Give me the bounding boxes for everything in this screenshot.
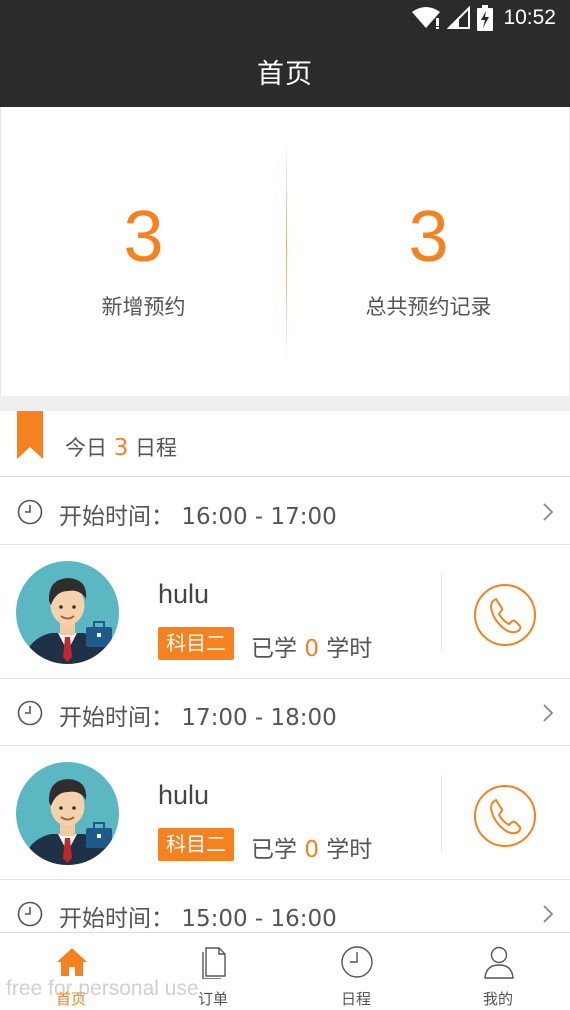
subject-badge: 科目二 xyxy=(158,627,234,660)
studied-hours-value: 0 xyxy=(304,636,319,662)
studied-hours-value: 0 xyxy=(304,837,319,863)
app-header: 首页 xyxy=(0,36,570,107)
avatar xyxy=(16,762,119,865)
section-gap xyxy=(0,396,570,411)
today-suffix: 日程 xyxy=(135,436,178,460)
tab-label: 日程 xyxy=(340,990,371,1008)
chevron-right-icon xyxy=(543,503,554,521)
studied-suffix: 学时 xyxy=(326,636,373,662)
clock-icon xyxy=(17,700,43,726)
tab-schedule[interactable]: 日程 xyxy=(285,933,427,1010)
today-count: 3 xyxy=(113,435,129,461)
page-title: 首页 xyxy=(257,59,313,90)
tab-orders[interactable]: 订单 xyxy=(142,933,284,1010)
document-icon xyxy=(202,947,226,979)
new-appointments-stat[interactable]: 3 新增预约 xyxy=(1,107,286,396)
card-divider xyxy=(441,775,442,852)
total-appointments-stat[interactable]: 3 总共预约记录 xyxy=(286,107,570,396)
chevron-right-icon xyxy=(543,905,554,923)
bottom-tab-bar: 首页 订单 日程 我的 xyxy=(0,932,570,1010)
start-time-text: 开始时间： 16:00 - 17:00 xyxy=(59,497,337,531)
call-button[interactable] xyxy=(473,583,537,647)
student-name: hulu xyxy=(158,780,210,810)
status-bar: 10:52 xyxy=(0,0,570,36)
studied-suffix: 学时 xyxy=(326,837,373,863)
chevron-right-icon xyxy=(543,704,554,722)
clock-icon xyxy=(17,901,43,927)
today-schedule-title: 今日 3 日程 xyxy=(65,432,177,462)
today-schedule-header: 今日 3 日程 xyxy=(0,411,570,477)
start-time-text: 开始时间： 15:00 - 16:00 xyxy=(59,899,337,933)
time-range: 15:00 - 16:00 xyxy=(181,906,337,932)
new-appointments-count: 3 xyxy=(123,197,164,277)
user-icon xyxy=(484,946,514,979)
clock-icon xyxy=(17,499,43,525)
clock-icon xyxy=(341,946,373,978)
new-appointments-label: 新增预约 xyxy=(101,295,186,319)
tab-profile[interactable]: 我的 xyxy=(427,933,569,1010)
studied-prefix: 已学 xyxy=(251,636,297,662)
total-appointments-count: 3 xyxy=(408,197,449,277)
home-icon xyxy=(57,948,87,976)
tab-label: 订单 xyxy=(197,990,228,1008)
schedule-time-row[interactable]: 开始时间： 16:00 - 17:00 xyxy=(0,478,570,545)
student-card[interactable]: hulu 科目二 已学 0 学时 xyxy=(0,545,570,679)
studied-hours: 已学 0 学时 xyxy=(251,629,372,663)
start-time-label: 开始时间： xyxy=(59,705,174,731)
tab-label: 首页 xyxy=(55,990,86,1008)
start-time-text: 开始时间： 17:00 - 18:00 xyxy=(59,698,337,732)
card-divider xyxy=(441,574,442,651)
today-prefix: 今日 xyxy=(65,436,107,460)
schedule-time-row[interactable]: 开始时间： 17:00 - 18:00 xyxy=(0,679,570,746)
bookmark-icon xyxy=(17,411,43,459)
call-button[interactable] xyxy=(473,784,537,848)
studied-prefix: 已学 xyxy=(251,837,297,863)
signal-icon xyxy=(447,6,471,29)
stats-panel: 3 新增预约 3 总共预约记录 xyxy=(0,107,570,396)
total-appointments-label: 总共预约记录 xyxy=(365,295,492,319)
student-name: hulu xyxy=(158,579,210,609)
status-icons: 10:52 xyxy=(411,4,556,32)
status-time: 10:52 xyxy=(503,6,556,29)
time-range: 16:00 - 17:00 xyxy=(181,504,337,530)
time-range: 17:00 - 18:00 xyxy=(181,705,337,731)
avatar xyxy=(16,561,119,664)
subject-badge: 科目二 xyxy=(158,828,234,861)
tab-label: 我的 xyxy=(482,990,513,1008)
start-time-label: 开始时间： xyxy=(59,906,174,932)
start-time-label: 开始时间： xyxy=(59,504,174,530)
student-card[interactable]: hulu 科目二 已学 0 学时 xyxy=(0,746,570,880)
tab-home[interactable]: 首页 xyxy=(0,933,142,1010)
wifi-icon xyxy=(412,7,441,29)
studied-hours: 已学 0 学时 xyxy=(251,830,372,864)
battery-icon xyxy=(477,5,494,31)
